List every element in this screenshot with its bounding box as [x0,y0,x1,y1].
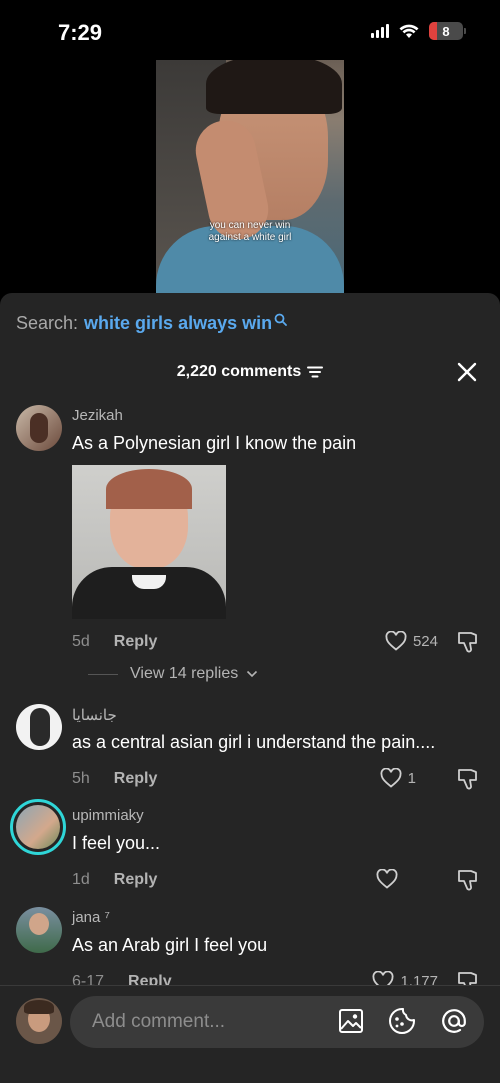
avatar-story-ring[interactable] [10,799,66,855]
comment-item: جانسايا as a central asian girl i unders… [0,704,500,794]
like-button[interactable] [376,869,404,889]
comments-count: 2,220 comments [176,363,302,380]
search-query-link[interactable]: white girls always win [84,313,272,334]
image-icon[interactable] [338,1008,364,1034]
comment-composer: Add comment... [0,985,500,1083]
status-time: 7:29 [58,20,103,45]
dislike-icon[interactable] [456,869,480,891]
comment-item: upimmiaky I feel you... 1d Reply [0,799,500,895]
comment-text: As a Polynesian girl I know the pain [72,433,357,453]
video-caption-line1: you can never win [209,220,291,231]
comment-item: jana ⁷ As an Arab girl I feel you 6-17 R… [0,907,500,997]
reply-button[interactable]: Reply [114,871,158,889]
battery-tip [464,28,466,34]
status-bar: 7:29 8 [0,0,500,60]
comment-age: 5d [72,633,90,650]
comment-input-placeholder: Add comment... [92,1011,226,1032]
battery-level: 8 [442,23,450,39]
heart-icon[interactable] [376,869,398,889]
battery-fill [429,22,438,40]
replies-divider [88,673,118,675]
comment-image[interactable] [72,465,226,619]
search-prefix: Search: [16,313,79,333]
like-count: 1 [407,769,416,787]
video-caption-line2: against a white girl [208,232,292,243]
wifi-icon [399,24,419,38]
filter-icon[interactable] [307,366,324,378]
reply-button[interactable]: Reply [114,633,158,651]
close-icon[interactable] [456,361,478,383]
avatar[interactable] [16,405,62,451]
comment-meta: 1d Reply [72,871,157,889]
like-count: 524 [412,632,438,650]
signal-icon [371,24,389,38]
like-button[interactable]: 524 [385,631,438,651]
comment-text: As an Arab girl I feel you [72,935,268,955]
my-avatar[interactable] [16,998,62,1044]
avatar[interactable] [16,907,62,953]
related-search[interactable]: Search: white girls always win [16,313,288,334]
dislike-icon[interactable] [456,631,480,653]
comment-username[interactable]: جانسايا [72,706,117,724]
like-button[interactable]: 1 [380,768,416,788]
chevron-down-icon [247,670,258,678]
video-hair [206,60,342,114]
comment-username[interactable]: upimmiaky [72,807,144,824]
reply-button[interactable]: Reply [114,770,158,788]
video-caption: you can never win against a white girl [156,220,344,244]
heart-icon[interactable] [385,631,407,651]
avatar[interactable] [16,704,62,750]
comments-sheet: Search: white girls always win 2,220 com… [0,293,500,1083]
avatar [16,805,60,849]
battery-indicator: 8 [429,22,463,40]
comments-header: 2,220 comments [0,363,500,381]
comment-meta: 5d Reply [72,633,157,651]
comment-text: as a central asian girl i understand the… [72,732,436,752]
comment-username[interactable]: Jezikah [72,407,123,424]
search-icon [274,313,288,326]
emoji-icon[interactable] [388,1007,416,1035]
comment-meta: 5h Reply [72,770,157,788]
status-icons: 8 [371,22,466,40]
comment-age: 1d [72,871,90,888]
view-replies-button[interactable]: View 14 replies [88,665,258,683]
view-replies-label: View 14 replies [130,665,239,682]
comment-item: Jezikah As a Polynesian girl I know the … [0,405,500,695]
dislike-icon[interactable] [456,768,480,790]
video-player[interactable]: you can never win against a white girl [156,60,344,296]
comment-username[interactable]: jana ⁷ [72,909,110,926]
comment-age: 5h [72,770,90,787]
at-icon[interactable] [440,1007,468,1035]
comment-text: I feel you... [72,833,161,853]
heart-icon[interactable] [380,768,402,788]
